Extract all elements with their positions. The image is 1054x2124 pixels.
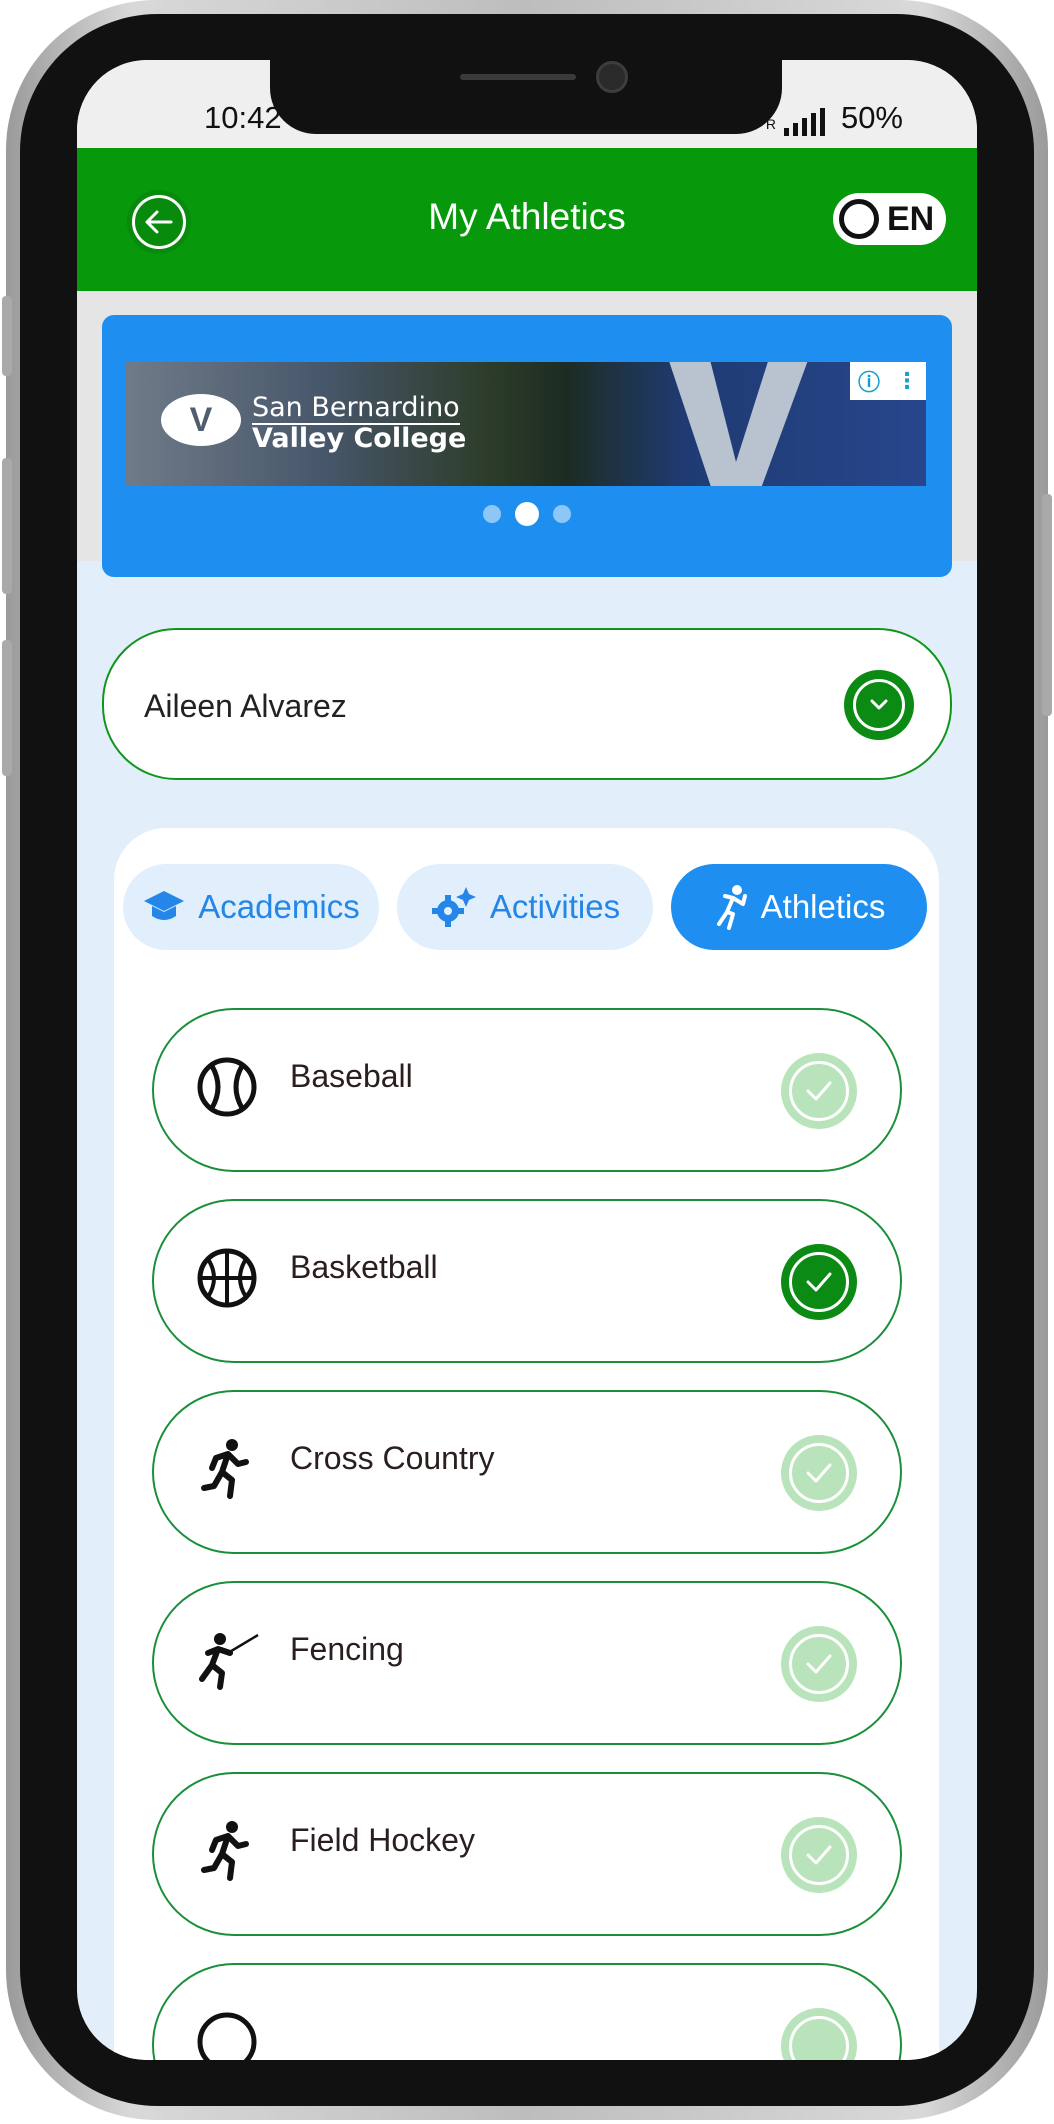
carousel-dot[interactable] [553,505,571,523]
check-icon [789,2016,849,2060]
sport-item-fencing[interactable]: Fencing [152,1581,902,1745]
student-dropdown[interactable]: Aileen Alvarez [102,628,952,780]
college-logo-icon: V [161,394,241,446]
content-card: Academics Activities Athletics Baseball … [114,828,939,2060]
phone-notch [270,60,782,134]
sport-item-field-hockey[interactable]: Field Hockey [152,1772,902,1936]
power-button [1042,494,1052,716]
ad-banner[interactable]: V San Bernardino Valley College ⓘ ⋮ [126,362,926,486]
language-toggle[interactable]: EN [833,193,946,245]
tab-label: Athletics [760,888,886,925]
ad-choices-badge[interactable]: ⓘ ⋮ [850,362,926,400]
select-check-button[interactable] [781,1817,857,1893]
carousel-dot-active[interactable] [515,502,539,526]
chevron-down-icon [853,679,905,731]
select-check-button[interactable] [781,1626,857,1702]
signal-icon [783,108,825,136]
sport-name: Cross Country [290,1440,495,1476]
check-icon [789,1061,849,1121]
sport-item-cross-country[interactable]: Cross Country [152,1390,902,1554]
ad-line-1: San Bernardino [252,392,460,425]
status-time: 10:42 [204,100,282,135]
speaker-grille [460,74,576,80]
select-check-button[interactable] [781,2008,857,2060]
tab-academics[interactable]: Academics [123,864,379,950]
select-check-button[interactable] [781,1053,857,1129]
ad-info-icon[interactable]: ⓘ [858,365,880,397]
tab-label: Activities [489,888,621,925]
select-check-button[interactable] [781,1435,857,1511]
sport-name: Fencing [290,1631,404,1667]
check-icon [789,1825,849,1885]
language-label: EN [887,199,935,238]
ad-menu-icon[interactable]: ⋮ [896,368,918,394]
status-indicators: R 50% [766,100,903,136]
student-name: Aileen Alvarez [144,688,347,724]
graduation-cap-icon [144,891,185,920]
carousel-dot[interactable] [483,505,501,523]
check-icon [789,1252,849,1312]
volume-up-button [2,458,12,594]
carousel-dots [102,502,952,526]
dropdown-button[interactable] [844,670,914,740]
basketball-icon [197,1248,257,1308]
athlete-icon [716,885,747,930]
big-v-logo-icon [669,362,808,486]
mute-switch [2,296,12,376]
check-icon [789,1634,849,1694]
sport-item-basketball[interactable]: Basketball [152,1199,902,1363]
front-camera [596,61,628,93]
tab-label: Academics [198,888,360,925]
banner-carousel[interactable]: V San Bernardino Valley College ⓘ ⋮ [102,315,952,577]
sport-item-baseball[interactable]: Baseball [152,1008,902,1172]
gears-icon [431,887,476,927]
runner-icon [201,1821,249,1881]
sport-name: Field Hockey [290,1822,475,1858]
battery-level: 50% [840,100,903,135]
volume-down-button [2,640,12,776]
toggle-knob [839,199,879,239]
baseball-icon [197,1057,257,1117]
app-header: My Athletics EN [77,148,977,291]
app-screen: 10:42 R 50% My Athletics EN V San Bernar… [77,60,977,2060]
sport-item-partial[interactable] [152,1963,902,2060]
runner-icon [201,1439,249,1499]
select-check-button[interactable] [781,1244,857,1320]
check-icon [789,1443,849,1503]
tab-athletics[interactable]: Athletics [671,864,927,950]
fencing-icon [199,1633,259,1690]
ball-icon [197,2012,257,2060]
tab-activities[interactable]: Activities [397,864,653,950]
sport-name: Baseball [290,1058,413,1094]
ad-line-2: Valley College [252,423,467,454]
sport-name: Basketball [290,1249,438,1285]
